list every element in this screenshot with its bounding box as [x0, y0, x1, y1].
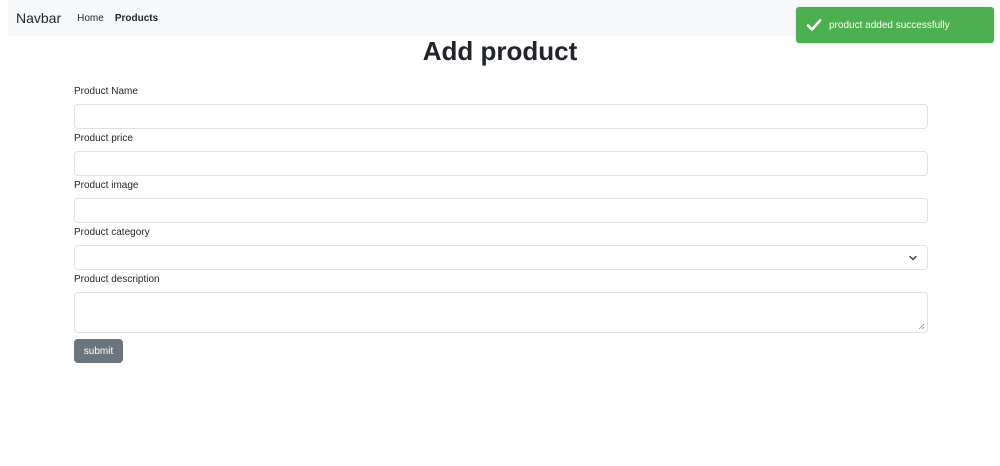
nav-link-home[interactable]: Home	[77, 13, 104, 24]
check-icon	[806, 17, 822, 33]
page-title: Add product	[422, 36, 578, 66]
toast-message: product added successfully	[829, 19, 950, 31]
product-category-label: Product category	[74, 227, 150, 238]
product-image-input[interactable]	[74, 198, 928, 223]
nav-link-products[interactable]: Products	[115, 13, 158, 24]
product-name-input[interactable]	[74, 104, 928, 129]
submit-button[interactable]: submit	[74, 339, 123, 363]
product-image-label: Product image	[74, 180, 139, 191]
resize-handle-icon[interactable]	[918, 323, 925, 330]
product-price-label: Product price	[74, 133, 133, 144]
navbar-brand[interactable]: Navbar	[16, 10, 61, 26]
product-name-label: Product Name	[74, 86, 138, 97]
product-category-select[interactable]	[74, 245, 928, 270]
product-price-input[interactable]	[74, 151, 928, 176]
product-description-textarea[interactable]	[74, 292, 928, 333]
chevron-down-icon	[909, 255, 917, 261]
add-product-form: Product Name Product price Product image…	[74, 85, 928, 333]
product-description-label: Product description	[74, 274, 160, 285]
product-category-value	[75, 252, 83, 263]
